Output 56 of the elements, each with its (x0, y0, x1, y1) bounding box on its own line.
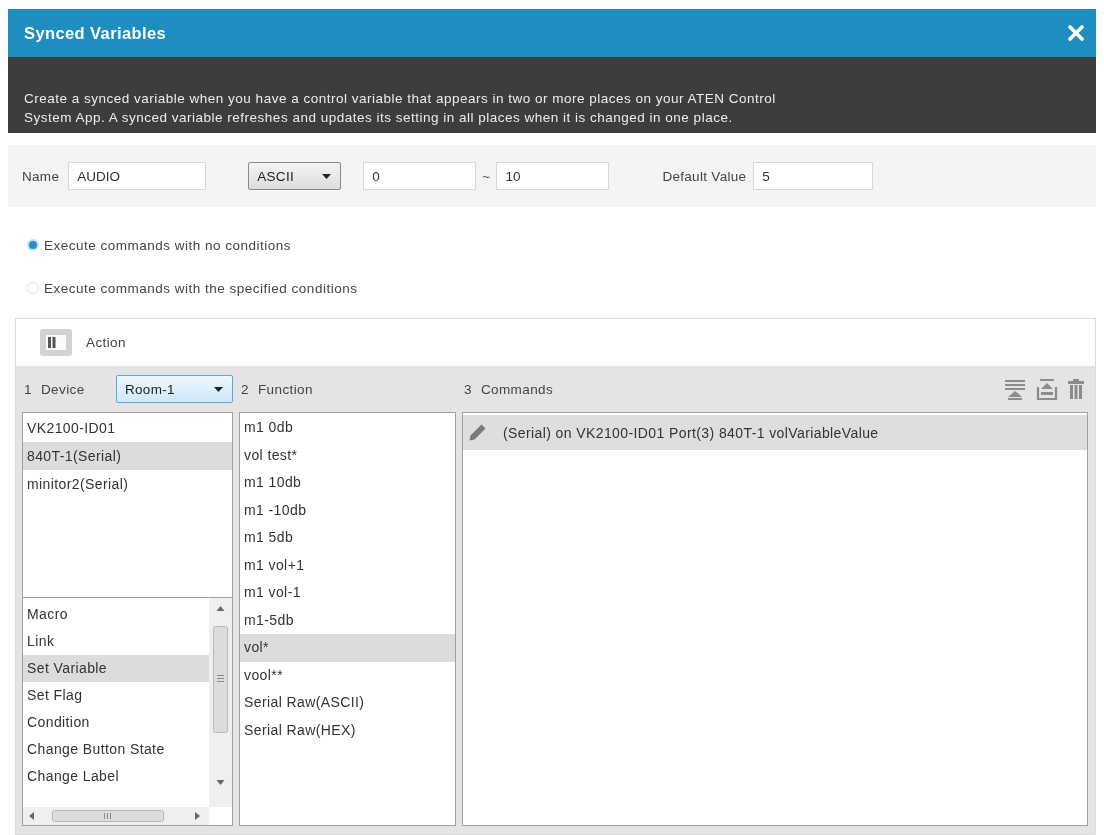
radio-button[interactable] (27, 239, 39, 251)
default-value-label: Default Value (662, 168, 747, 184)
list-item[interactable]: vol test* (240, 441, 455, 469)
list-item[interactable]: Set Variable (23, 655, 209, 682)
column-heading: Commands (480, 381, 554, 397)
name-field[interactable]: AUDIO (68, 162, 207, 190)
vertical-scrollbar[interactable] (209, 598, 232, 807)
horizontal-scrollbar[interactable] (23, 807, 209, 825)
list-item[interactable]: Change Button State (23, 736, 209, 763)
list-item[interactable]: m1 vol-1 (240, 579, 455, 607)
tray-arrow-icon[interactable] (1036, 378, 1058, 400)
list-item[interactable]: Serial Raw(HEX) (240, 716, 455, 744)
list-item[interactable]: minitor2(Serial) (23, 470, 232, 498)
caret-icon (214, 386, 223, 392)
list-item[interactable]: vool** (240, 661, 455, 689)
room-dropdown[interactable]: Room-1 (116, 375, 233, 403)
range-separator: ~ (482, 168, 491, 184)
step-number: 3 (464, 381, 472, 397)
list-item[interactable]: m1 10db (240, 469, 455, 497)
list-item[interactable]: m1 5db (240, 524, 455, 552)
close-icon[interactable] (1068, 25, 1084, 41)
column-heading: Function (257, 381, 313, 397)
lines-arrow-icon[interactable] (1004, 378, 1026, 400)
step-number: 2 (241, 381, 249, 397)
radio-label[interactable]: Execute commands with no conditions (44, 237, 292, 253)
list-item[interactable]: Link (23, 628, 209, 655)
list-item[interactable]: 840T-1(Serial) (23, 442, 232, 470)
list-item[interactable]: m1 0db (240, 414, 455, 442)
step-number: 1 (24, 381, 32, 397)
panel-toggle-icon[interactable] (40, 329, 72, 356)
list-item[interactable]: VK2100-ID01 (23, 414, 232, 442)
description-text: Create a synced variable when you have a control variable that appears in two or more places on your ATEN Control System App. A synced variable refreshes and updates its setting in all places when it is changed in one place. (24, 90, 777, 127)
list-item[interactable]: m1 -10db (240, 496, 455, 524)
max-field[interactable]: 10 (496, 162, 610, 190)
min-field[interactable]: 0 (363, 162, 477, 190)
radio-label[interactable]: Execute commands with the specified conditions (44, 280, 358, 296)
command-text: (Serial) on VK2100-ID01 Port(3) 840T-1 volVariableValue (503, 424, 879, 441)
list-item[interactable]: Set Flag (23, 682, 209, 709)
column-heading: Device (40, 381, 85, 397)
trash-icon[interactable] (1068, 379, 1084, 399)
list-item[interactable]: Macro (23, 601, 209, 628)
pencil-icon[interactable] (469, 424, 486, 441)
list-item[interactable]: vol* (240, 634, 455, 662)
command-row[interactable]: (Serial) on VK2100-ID01 Port(3) 840T-1 volVariableValue (463, 415, 1087, 450)
list-item[interactable]: Condition (23, 709, 209, 736)
caret-icon (322, 173, 332, 179)
window-title: Synced Variables (24, 23, 167, 43)
list-item[interactable]: Change Label (23, 763, 209, 790)
list-item[interactable]: m1 vol+1 (240, 551, 455, 579)
list-item[interactable]: Serial Raw(ASCII) (240, 689, 455, 717)
format-dropdown[interactable]: ASCII (248, 162, 342, 190)
panel-title: Action (86, 335, 126, 350)
radio-button[interactable] (27, 282, 39, 294)
default-value-field[interactable]: 5 (753, 162, 874, 190)
list-item[interactable]: m1-5db (240, 606, 455, 634)
name-label: Name (22, 168, 60, 184)
